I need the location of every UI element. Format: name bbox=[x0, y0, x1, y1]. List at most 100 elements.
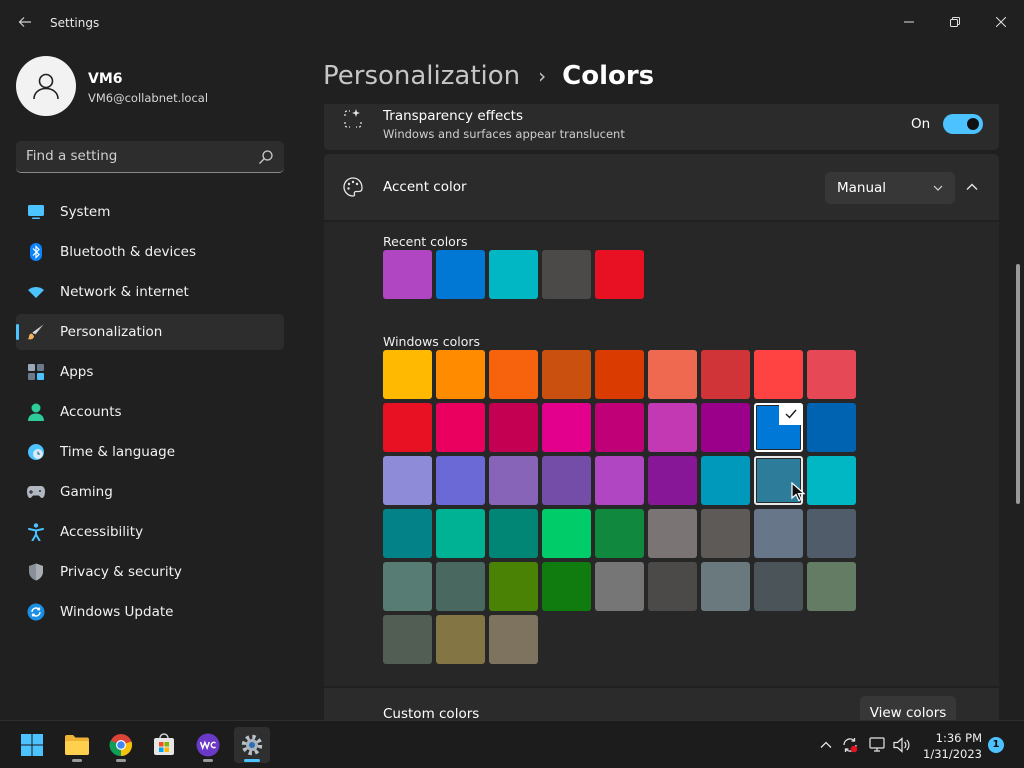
back-button[interactable] bbox=[14, 13, 36, 35]
windows-color-swatch[interactable] bbox=[648, 403, 697, 452]
windows-color-swatch[interactable] bbox=[595, 509, 644, 558]
windows-color-swatch[interactable] bbox=[436, 456, 485, 505]
sidebar-item-apps[interactable]: Apps bbox=[16, 354, 284, 390]
windows-color-swatch[interactable] bbox=[754, 350, 803, 399]
windows-color-swatch[interactable] bbox=[542, 403, 591, 452]
chevron-up-icon[interactable] bbox=[964, 179, 980, 195]
windows-color-swatch[interactable] bbox=[754, 562, 803, 611]
windows-color-swatch[interactable] bbox=[595, 403, 644, 452]
webex-button[interactable] bbox=[190, 727, 226, 763]
clock-time: 1:36 PM bbox=[935, 731, 982, 745]
search-icon[interactable] bbox=[258, 149, 274, 165]
windows-color-swatch[interactable] bbox=[595, 456, 644, 505]
sidebar-item-personalization[interactable]: Personalization bbox=[16, 314, 284, 350]
accent-mode-dropdown[interactable]: Manual bbox=[825, 172, 955, 204]
windows-color-swatch[interactable] bbox=[436, 562, 485, 611]
folder-icon bbox=[65, 735, 89, 755]
view-colors-button[interactable]: View colors bbox=[860, 696, 956, 720]
windows-color-swatch[interactable] bbox=[383, 456, 432, 505]
windows-color-swatch[interactable] bbox=[436, 509, 485, 558]
windows-color-swatch[interactable] bbox=[383, 562, 432, 611]
avatar bbox=[16, 56, 76, 116]
windows-color-swatch[interactable] bbox=[542, 350, 591, 399]
windows-color-swatch[interactable] bbox=[489, 509, 538, 558]
recent-color-swatch[interactable] bbox=[489, 250, 538, 299]
notification-badge[interactable]: 1 bbox=[988, 737, 1004, 753]
sidebar-item-windows-update[interactable]: Windows Update bbox=[16, 594, 284, 630]
sidebar-item-accounts[interactable]: Accounts bbox=[16, 394, 284, 430]
user-profile[interactable]: VM6 VM6@collabnet.local bbox=[16, 56, 306, 118]
minimize-button[interactable] bbox=[886, 6, 932, 38]
recent-color-swatch[interactable] bbox=[383, 250, 432, 299]
recent-color-swatch[interactable] bbox=[542, 250, 591, 299]
chrome-button[interactable] bbox=[103, 727, 139, 763]
windows-color-swatch[interactable] bbox=[489, 350, 538, 399]
windows-color-swatch[interactable] bbox=[489, 615, 538, 664]
sidebar-item-accessibility[interactable]: Accessibility bbox=[16, 514, 284, 550]
windows-color-swatch[interactable] bbox=[701, 562, 750, 611]
windows-color-swatch[interactable] bbox=[542, 562, 591, 611]
search-input[interactable]: Find a setting bbox=[26, 148, 117, 164]
windows-color-swatch[interactable] bbox=[648, 456, 697, 505]
windows-color-swatch[interactable] bbox=[436, 615, 485, 664]
recent-color-swatch[interactable] bbox=[436, 250, 485, 299]
start-button[interactable] bbox=[14, 727, 50, 763]
volume-tray-button[interactable] bbox=[893, 736, 911, 754]
running-indicator bbox=[116, 759, 126, 762]
sidebar-item-time-language[interactable]: Time & language bbox=[16, 434, 284, 470]
windows-color-swatch[interactable] bbox=[701, 350, 750, 399]
windows-color-swatch[interactable] bbox=[489, 562, 538, 611]
windows-color-swatch[interactable] bbox=[807, 403, 856, 452]
network-tray-button[interactable] bbox=[869, 736, 887, 754]
windows-color-swatch[interactable] bbox=[489, 403, 538, 452]
windows-color-swatch[interactable] bbox=[542, 509, 591, 558]
windows-color-swatch[interactable] bbox=[648, 562, 697, 611]
windows-color-swatch[interactable] bbox=[701, 456, 750, 505]
breadcrumb-parent[interactable]: Personalization bbox=[323, 61, 520, 91]
windows-color-swatch[interactable] bbox=[595, 562, 644, 611]
accent-color-header[interactable]: Accent color Manual bbox=[324, 154, 999, 220]
search-box[interactable]: Find a setting bbox=[16, 141, 284, 173]
windows-color-swatch[interactable] bbox=[807, 350, 856, 399]
tray-overflow-button[interactable] bbox=[817, 736, 835, 754]
chrome-icon bbox=[109, 734, 133, 757]
sidebar-item-privacy[interactable]: Privacy & security bbox=[16, 554, 284, 590]
windows-color-swatch[interactable] bbox=[595, 350, 644, 399]
windows-color-swatch[interactable] bbox=[542, 456, 591, 505]
recent-color-swatch[interactable] bbox=[595, 250, 644, 299]
sidebar-item-system[interactable]: System bbox=[16, 194, 284, 230]
settings-content: Transparency effects Windows and surface… bbox=[323, 104, 1000, 720]
windows-color-swatch[interactable] bbox=[383, 615, 432, 664]
windows-color-swatch[interactable] bbox=[489, 456, 538, 505]
windows-color-swatch[interactable] bbox=[754, 509, 803, 558]
windows-color-swatch[interactable] bbox=[383, 403, 432, 452]
accent-mode-value: Manual bbox=[837, 180, 887, 196]
windows-color-swatch[interactable] bbox=[807, 456, 856, 505]
windows-color-swatch[interactable] bbox=[807, 562, 856, 611]
file-explorer-button[interactable] bbox=[59, 727, 95, 763]
gamepad-icon bbox=[27, 483, 45, 501]
windows-color-swatch[interactable] bbox=[648, 509, 697, 558]
settings-taskbar-button[interactable] bbox=[234, 727, 270, 763]
transparency-card: Transparency effects Windows and surface… bbox=[324, 104, 999, 150]
windows-color-swatch[interactable] bbox=[807, 509, 856, 558]
scrollbar[interactable] bbox=[1016, 264, 1020, 504]
close-button[interactable] bbox=[978, 6, 1024, 38]
sidebar-item-bluetooth[interactable]: Bluetooth & devices bbox=[16, 234, 284, 270]
sidebar-item-gaming[interactable]: Gaming bbox=[16, 474, 284, 510]
transparency-toggle[interactable] bbox=[943, 114, 983, 134]
windows-color-swatch[interactable] bbox=[436, 350, 485, 399]
windows-color-swatch-selected[interactable] bbox=[754, 403, 803, 452]
back-arrow-icon bbox=[18, 17, 31, 27]
windows-color-swatch[interactable] bbox=[648, 350, 697, 399]
windows-color-swatch[interactable] bbox=[383, 509, 432, 558]
sync-tray-button[interactable] bbox=[841, 736, 859, 754]
windows-color-swatch[interactable] bbox=[701, 403, 750, 452]
windows-color-swatch[interactable] bbox=[383, 350, 432, 399]
sidebar-item-network[interactable]: Network & internet bbox=[16, 274, 284, 310]
microsoft-store-button[interactable] bbox=[146, 727, 182, 763]
windows-color-swatch[interactable] bbox=[701, 509, 750, 558]
windows-color-swatch[interactable] bbox=[436, 403, 485, 452]
taskbar-clock[interactable]: 1:36 PM 1/31/2023 bbox=[918, 730, 982, 762]
restore-button[interactable] bbox=[932, 6, 978, 38]
